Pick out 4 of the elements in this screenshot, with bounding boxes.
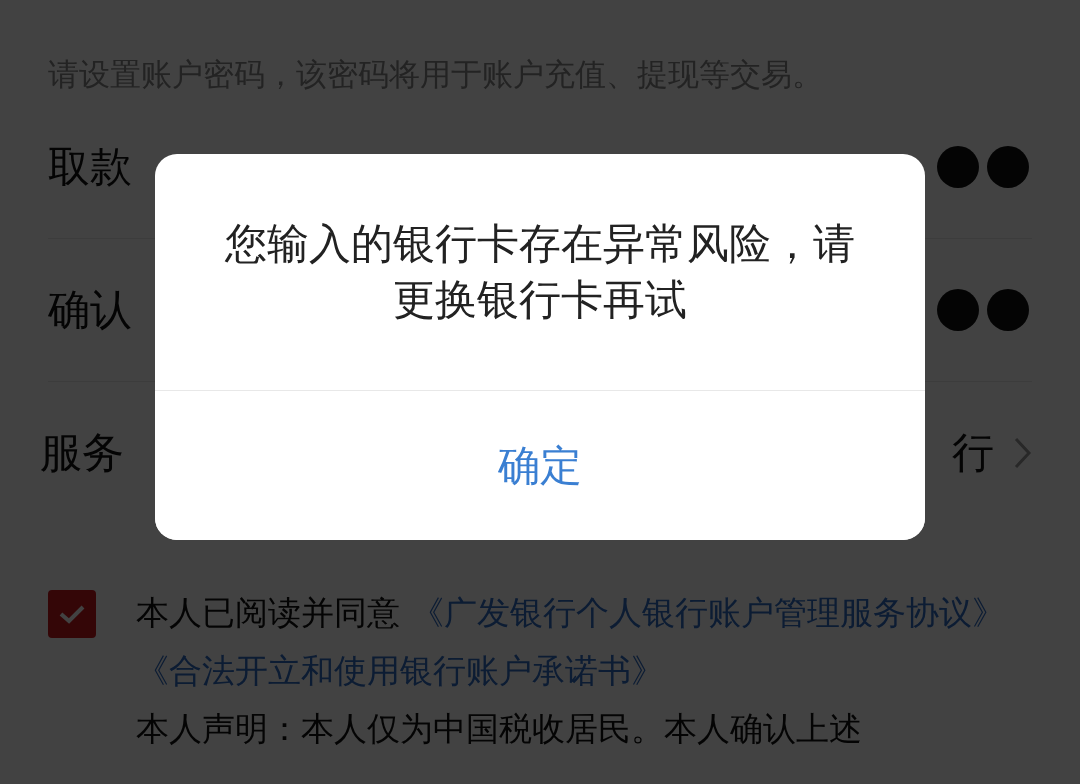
field-label: 确认: [48, 284, 132, 336]
field-label: 服务: [40, 427, 124, 479]
field-label: 取款: [48, 141, 132, 193]
declaration-text: 本人声明：本人仅为中国税收居民。本人确认上述: [136, 708, 863, 750]
